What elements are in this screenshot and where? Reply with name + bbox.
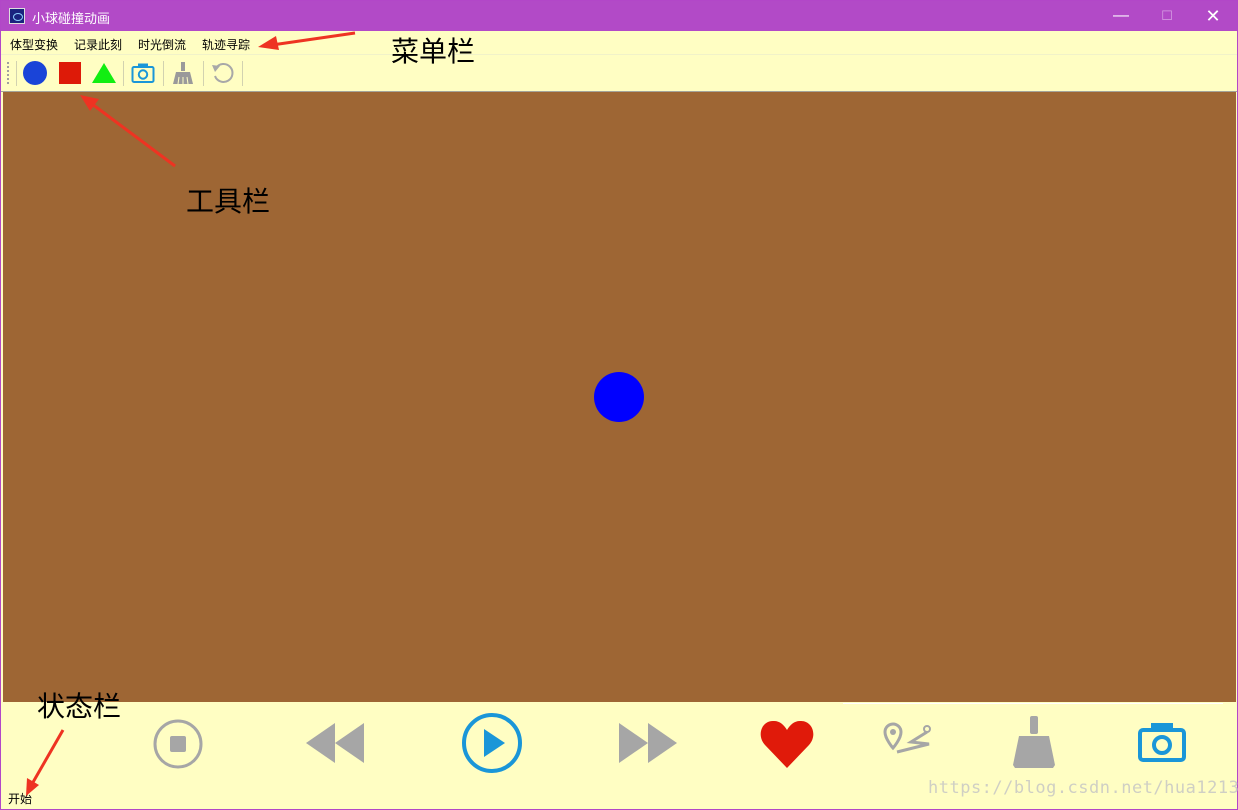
play-icon [462, 713, 522, 773]
circle-shape-button[interactable] [21, 60, 49, 86]
app-window: 小球碰撞动画 — ☐ ✕ 体型变换 记录此刻 时光倒流 轨迹寻踪 开始 [0, 0, 1238, 810]
close-button[interactable]: ✕ [1190, 1, 1236, 31]
annotation-toolbar-label: 工具栏 [186, 185, 271, 218]
window-title: 小球碰撞动画 [32, 11, 111, 26]
screenshot-button[interactable] [1137, 719, 1187, 765]
undo-button[interactable] [209, 60, 237, 86]
menu-item-trace-path[interactable]: 轨迹寻踪 [202, 36, 250, 53]
camera-icon [1138, 723, 1186, 762]
undo-icon [212, 63, 234, 83]
rewind-button[interactable] [304, 719, 366, 767]
toolbar-separator [163, 61, 164, 86]
minimize-button[interactable]: — [1098, 1, 1144, 31]
rewind-icon [306, 723, 364, 763]
clear-button[interactable] [169, 60, 197, 86]
menu-item-rewind[interactable]: 时光倒流 [138, 36, 186, 53]
app-icon [9, 8, 25, 24]
menu-item-shape-change[interactable]: 体型变换 [10, 36, 58, 53]
green-triangle-icon [92, 63, 116, 83]
stop-button[interactable] [151, 717, 205, 771]
map-route-icon [883, 722, 931, 754]
status-divider [843, 703, 1223, 704]
camera-icon [131, 63, 155, 83]
ball[interactable] [594, 372, 644, 422]
annotation-statusbar-label: 状态栏 [37, 690, 122, 723]
play-button[interactable] [460, 711, 524, 775]
tool-bar [1, 55, 1237, 92]
toolbar-grip[interactable] [7, 62, 11, 84]
menu-bar: 体型变换 记录此刻 时光倒流 轨迹寻踪 [1, 32, 1237, 54]
triangle-shape-button[interactable] [90, 60, 118, 86]
heart-icon [760, 720, 814, 768]
red-square-icon [59, 62, 81, 84]
square-shape-button[interactable] [56, 60, 84, 86]
menu-item-record-moment[interactable]: 记录此刻 [74, 36, 122, 53]
fast-forward-icon [619, 723, 677, 763]
maximize-button[interactable]: ☐ [1144, 1, 1190, 31]
clear-canvas-button[interactable] [1010, 715, 1058, 769]
broom-icon [173, 62, 193, 85]
watermark: https://blog.csdn.net/hua12134 [928, 778, 1238, 798]
fast-forward-button[interactable] [617, 719, 679, 767]
broom-icon [1013, 716, 1055, 768]
annotation-menubar-label: 菜单栏 [391, 35, 476, 68]
stop-icon [153, 719, 203, 769]
blue-circle-icon [23, 61, 47, 85]
status-text: 开始 [8, 792, 33, 806]
snapshot-button[interactable] [129, 60, 157, 86]
toolbar-separator [16, 61, 17, 86]
title-bar: 小球碰撞动画 — ☐ ✕ [1, 1, 1237, 31]
trace-button[interactable] [875, 719, 933, 765]
favorite-button[interactable] [758, 717, 816, 771]
toolbar-separator [242, 61, 243, 86]
toolbar-separator [123, 61, 124, 86]
toolbar-separator [203, 61, 204, 86]
